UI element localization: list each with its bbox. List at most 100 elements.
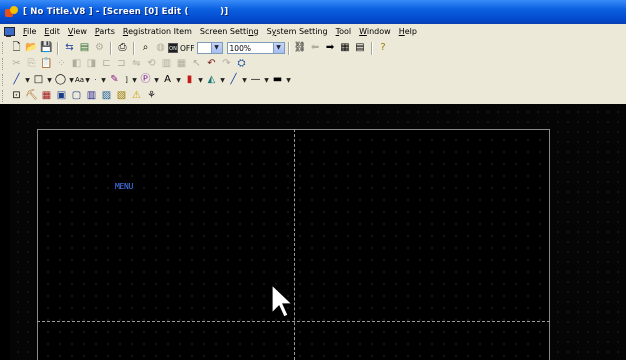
undo-icon[interactable]: ↶ xyxy=(204,57,219,71)
screen-list-icon[interactable]: ▤ xyxy=(77,41,92,55)
chevron-down-icon: ▼ xyxy=(210,43,222,53)
screen-jump-icon[interactable]: ⛓ xyxy=(293,41,308,55)
chevron-down-icon[interactable]: ▼ xyxy=(285,77,292,84)
mouse-pointer-icon xyxy=(271,283,294,318)
display-onoff-toggle[interactable]: ON OFF xyxy=(168,43,195,53)
menu-window[interactable]: Window xyxy=(355,24,395,40)
paste-icon[interactable]: 📋 xyxy=(39,57,54,71)
menu-edit[interactable]: Edit xyxy=(40,24,64,40)
toolbar-grip[interactable] xyxy=(2,74,6,86)
menu-view[interactable]: View xyxy=(64,24,91,40)
chevron-down-icon: ▼ xyxy=(272,43,284,53)
align-right-icon[interactable]: ⊐ xyxy=(114,57,129,71)
rectangle-icon[interactable]: □ xyxy=(31,73,46,87)
onoff-select[interactable]: ▼ xyxy=(196,42,223,54)
application-window: [ No Title.V8 ] - [Screen [0] Edit ( )] … xyxy=(0,0,626,360)
chevron-down-icon[interactable]: ▼ xyxy=(153,77,160,84)
menu-parts[interactable]: Parts xyxy=(91,24,119,40)
chevron-down-icon[interactable]: ▼ xyxy=(100,77,107,84)
separator xyxy=(110,41,112,55)
parts-circle-icon[interactable]: Ⓟ xyxy=(138,73,153,87)
print-icon[interactable]: ⎙ xyxy=(115,41,130,55)
screen-icon[interactable]: ⊡ xyxy=(9,89,24,103)
find-icon[interactable]: ⌕ xyxy=(138,41,153,55)
distribute-icon[interactable]: ▥ xyxy=(159,57,174,71)
property-icon[interactable]: ⛭ xyxy=(234,57,249,71)
separator xyxy=(287,41,290,55)
menu-file[interactable]: File xyxy=(19,24,40,40)
bracket-icon[interactable]: ] xyxy=(122,73,131,87)
toolbar-grip[interactable] xyxy=(2,90,6,102)
line-style-icon[interactable]: ╱ xyxy=(226,73,241,87)
dev-list-icon[interactable]: ▣ xyxy=(54,89,69,103)
menu-registration-item[interactable]: Registration Item xyxy=(119,24,196,40)
separator xyxy=(370,41,373,55)
chevron-down-icon[interactable]: ▼ xyxy=(46,77,53,84)
chevron-down-icon[interactable]: ▼ xyxy=(197,77,204,84)
dot-icon[interactable]: · xyxy=(91,73,100,87)
line-icon[interactable]: ╱ xyxy=(9,73,24,87)
warning-icon[interactable]: ⚠ xyxy=(129,89,144,103)
align-left-icon[interactable]: ⊏ xyxy=(99,57,114,71)
memory-icon[interactable]: ▦ xyxy=(39,89,54,103)
toolbar-grip[interactable] xyxy=(2,58,6,70)
pointer-icon[interactable]: ↖ xyxy=(189,57,204,71)
lock-icon[interactable]: ◍ xyxy=(153,41,168,55)
menu-help[interactable]: Help xyxy=(395,24,421,40)
chevron-down-icon[interactable]: ▼ xyxy=(24,77,31,84)
fill-color-icon[interactable]: ◭ xyxy=(204,73,219,87)
chevron-down-icon[interactable]: ▼ xyxy=(263,77,270,84)
multi-lang-icon[interactable]: ⚘ xyxy=(144,89,159,103)
redo-icon[interactable]: ↷ xyxy=(219,57,234,71)
chevron-down-icon[interactable]: ▼ xyxy=(219,77,226,84)
rotate-icon[interactable]: ⟲ xyxy=(144,57,159,71)
toolbar-grip[interactable] xyxy=(2,42,6,54)
transfer-icon[interactable]: ⇆ xyxy=(62,41,77,55)
onoff-badge: ON xyxy=(168,43,178,53)
marker-icon[interactable]: ▮ xyxy=(182,73,197,87)
library-icon[interactable]: ⛏ xyxy=(24,89,39,103)
list-view-icon[interactable]: ▤ xyxy=(353,41,368,55)
new-file-icon[interactable]: 🗋 xyxy=(9,41,24,55)
guide-horizontal xyxy=(37,321,550,322)
zoom-select[interactable]: 100% ▼ xyxy=(226,42,285,54)
menu-system-setting[interactable]: System Setting xyxy=(263,24,332,40)
tile-pattern-icon[interactable]: ▬ xyxy=(270,73,285,87)
chevron-down-icon[interactable]: ▼ xyxy=(84,77,91,84)
menu-tool[interactable]: Tool xyxy=(332,24,356,40)
comment-icon[interactable]: ▢ xyxy=(69,89,84,103)
paint-icon[interactable]: ✎ xyxy=(107,73,122,87)
font-icon[interactable]: A xyxy=(160,73,175,87)
picture-icon[interactable]: ▨ xyxy=(99,89,114,103)
table-icon[interactable]: ▥ xyxy=(84,89,99,103)
copy-icon[interactable]: ⎘ xyxy=(24,57,39,71)
view-toolbar: ⊡ ⛏ ▦ ▣ ▢ ▥ ▨ ▧ ⚠ ⚘ xyxy=(0,88,626,104)
compile-icon[interactable]: ⚙ xyxy=(92,41,107,55)
grid-view-icon[interactable]: ▦ xyxy=(338,41,353,55)
standard-toolbar: 🗋 📂 💾 ⇆ ▤ ⚙ ⎙ ⌕ ◍ ON OFF ▼ 100% ▼ ⛓ ⬅ ➡ … xyxy=(0,40,626,56)
text-tool-icon[interactable]: Aa xyxy=(75,73,84,87)
menu-screen-setting[interactable]: Screen Setting xyxy=(196,24,263,40)
open-folder-icon[interactable]: 📂 xyxy=(24,41,39,55)
chevron-down-icon[interactable]: ▼ xyxy=(131,77,138,84)
help-icon[interactable]: ? xyxy=(376,41,391,55)
space-icon[interactable]: ▦ xyxy=(174,57,189,71)
message-icon[interactable]: ▧ xyxy=(114,89,129,103)
flip-icon[interactable]: ⇋ xyxy=(129,57,144,71)
circle-icon[interactable]: ◯ xyxy=(53,73,68,87)
forward-arrow-icon[interactable]: ➡ xyxy=(323,41,338,55)
bring-front-icon[interactable]: ◧ xyxy=(69,57,84,71)
back-arrow-icon[interactable]: ⬅ xyxy=(308,41,323,55)
draw-toolbar: ╱ ▼ □ ▼ ◯ ▼ Aa ▼ · ▼ ✎ ] ▼ Ⓟ ▼ A ▼ ▮ ▼ ◭… xyxy=(0,72,626,88)
menu-text-part[interactable]: MENU xyxy=(115,182,133,191)
send-back-icon[interactable]: ◨ xyxy=(84,57,99,71)
line-width-icon[interactable]: — xyxy=(248,73,263,87)
title-bar[interactable]: [ No Title.V8 ] - [Screen [0] Edit ( )] xyxy=(0,0,626,24)
cut-icon[interactable]: ✂ xyxy=(9,57,24,71)
chevron-down-icon[interactable]: ▼ xyxy=(175,77,182,84)
chevron-down-icon[interactable]: ▼ xyxy=(241,77,248,84)
document-screen-icon[interactable] xyxy=(3,26,15,38)
group-icon[interactable]: ⁘ xyxy=(54,57,69,71)
save-icon[interactable]: 💾 xyxy=(39,41,54,55)
chevron-down-icon[interactable]: ▼ xyxy=(68,77,75,84)
